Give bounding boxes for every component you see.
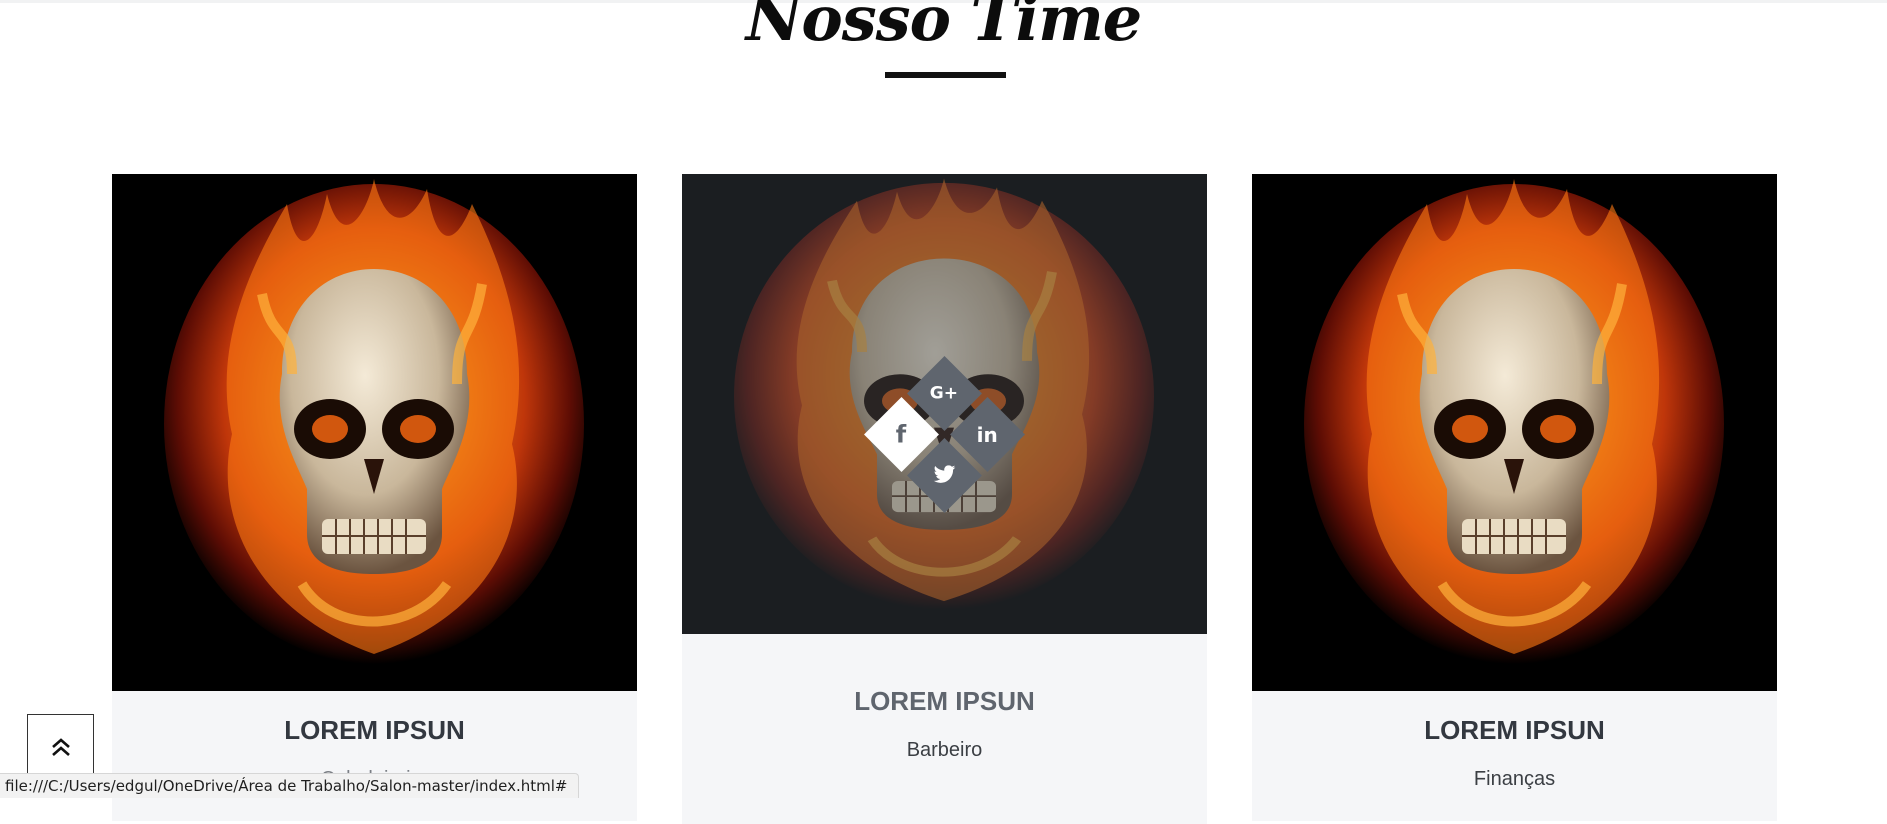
team-card: LOREM IPSUN Cabeleireiro [112, 174, 637, 821]
team-card: G+ f in LOREM IPSUN Barbeiro [682, 174, 1207, 824]
google-plus-icon: G+ [930, 383, 959, 404]
flaming-skull-image [112, 174, 637, 691]
team-member-role: Finanças [1473, 768, 1556, 790]
team-card-info: LOREM IPSUN Cabeleireiro [112, 691, 637, 821]
team-member-photo[interactable] [112, 174, 637, 691]
back-to-top-button[interactable] [27, 714, 94, 781]
title-underline [885, 72, 1006, 78]
team-member-photo[interactable] [1252, 174, 1777, 691]
team-card-info: LOREM IPSUN Finanças [1252, 691, 1777, 821]
team-card-info: LOREM IPSUN Barbeiro [682, 634, 1207, 824]
facebook-icon: f [896, 420, 907, 449]
browser-status-url: file:///C:/Users/edgul/OneDrive/Área de … [0, 773, 579, 798]
flaming-skull-image [1252, 174, 1777, 691]
team-card: LOREM IPSUN Finanças [1252, 174, 1777, 821]
double-chevron-up-icon [51, 737, 70, 756]
linkedin-icon: in [976, 422, 999, 447]
team-member-name: LOREM IPSUN [854, 686, 1035, 716]
section-title: Nosso Time [745, 0, 1143, 55]
team-member-photo[interactable]: G+ f in [682, 174, 1207, 634]
team-member-name: LOREM IPSUN [284, 715, 465, 745]
team-member-name: LOREM IPSUN [1424, 715, 1605, 745]
twitter-icon [933, 464, 956, 488]
team-member-role: Barbeiro [906, 739, 983, 761]
